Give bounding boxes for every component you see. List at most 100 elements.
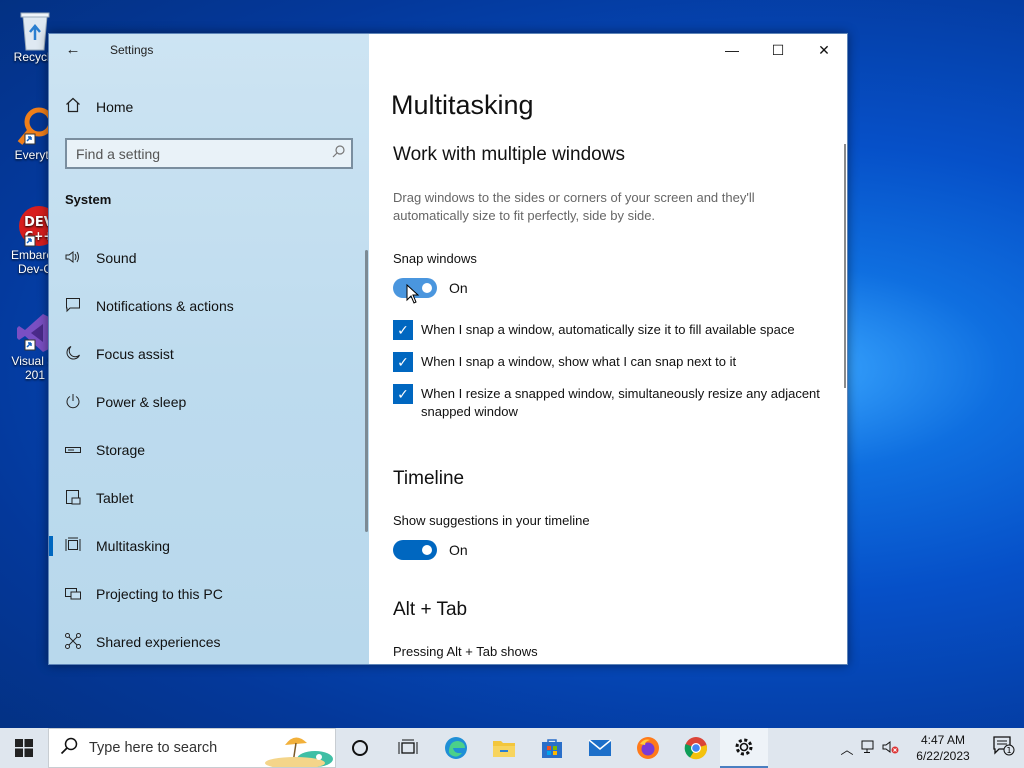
- taskbar: Type here to search ︿ 4:47 AM 6/22/2023 …: [0, 728, 1024, 768]
- taskbar-search-box[interactable]: Type here to search: [48, 728, 336, 768]
- maximize-button[interactable]: ☐: [755, 34, 801, 66]
- sidebar-scrollbar[interactable]: [365, 250, 368, 532]
- section-heading-snap: Work with multiple windows: [393, 144, 625, 165]
- cortana-icon: [352, 740, 368, 756]
- snap-windows-label: Snap windows: [393, 251, 477, 266]
- action-center-button[interactable]: 1: [984, 735, 1024, 761]
- windows-logo-icon: [15, 739, 33, 757]
- snap-windows-state: On: [449, 280, 468, 296]
- settings-sidebar: ← Settings Home System Sound: [49, 34, 369, 664]
- settings-search-input[interactable]: [67, 140, 317, 167]
- chrome-button[interactable]: [672, 728, 720, 768]
- mail-icon: [588, 739, 612, 756]
- tablet-icon: [65, 489, 81, 508]
- task-view-icon: [398, 739, 418, 754]
- sidebar-item-label: Storage: [96, 442, 146, 458]
- snap-windows-toggle-row: On: [393, 278, 468, 298]
- section-heading-alt-tab: Alt + Tab: [393, 599, 468, 620]
- sidebar-item-shared-experiences[interactable]: Shared experiences: [49, 618, 367, 666]
- timeline-suggestions-label: Show suggestions in your timeline: [393, 513, 590, 528]
- start-button[interactable]: [0, 728, 48, 768]
- toggle-knob: [422, 283, 432, 293]
- sidebar-item-label: Notifications & actions: [96, 298, 234, 314]
- edge-icon: [445, 737, 467, 759]
- taskbar-clock[interactable]: 4:47 AM 6/22/2023: [902, 732, 984, 764]
- maximize-icon: ☐: [771, 42, 785, 58]
- snap-option-resize-adjacent[interactable]: ✓ When I resize a snapped window, simult…: [393, 384, 833, 421]
- content-scrollbar[interactable]: [844, 144, 846, 388]
- shared-icon: [65, 632, 81, 652]
- sidebar-item-label: Power & sleep: [96, 394, 187, 410]
- task-view-button[interactable]: [384, 728, 432, 768]
- snap-option-show-assist[interactable]: ✓ When I snap a window, show what I can …: [393, 352, 833, 372]
- taskbar-search-placeholder: Type here to search: [89, 740, 218, 756]
- volume-muted-icon[interactable]: [880, 740, 902, 757]
- close-icon: ✕: [818, 42, 830, 58]
- minimize-button[interactable]: —: [709, 34, 755, 66]
- network-icon[interactable]: [858, 740, 880, 757]
- sidebar-item-power-sleep[interactable]: Power & sleep: [49, 378, 367, 426]
- snap-description: Drag windows to the sides or corners of …: [393, 190, 755, 223]
- close-button[interactable]: ✕: [801, 34, 847, 66]
- notification-count: 1: [1006, 746, 1011, 755]
- sidebar-item-storage[interactable]: Storage: [49, 426, 367, 474]
- search-icon: [332, 145, 345, 161]
- cortana-button[interactable]: [336, 728, 384, 768]
- snap-option-fill-space[interactable]: ✓ When I snap a window, automatically si…: [393, 320, 833, 340]
- sidebar-item-focus-assist[interactable]: Focus assist: [49, 330, 367, 378]
- store-button[interactable]: [528, 728, 576, 768]
- notification-icon: 1: [993, 735, 1015, 755]
- timeline-suggestions-toggle[interactable]: [393, 540, 437, 560]
- sidebar-item-sound[interactable]: Sound: [49, 234, 367, 282]
- alt-tab-label: Pressing Alt + Tab shows: [393, 644, 538, 659]
- window-controls: — ☐ ✕: [709, 34, 847, 66]
- checkbox-label: When I snap a window, automatically size…: [421, 322, 795, 337]
- home-label: Home: [96, 99, 134, 115]
- back-arrow-icon: ←: [65, 41, 81, 58]
- timeline-toggle-row: On: [393, 540, 468, 560]
- settings-gear-icon: [735, 738, 753, 756]
- checkbox-label: When I resize a snapped window, simultan…: [421, 386, 820, 419]
- firefox-button[interactable]: [624, 728, 672, 768]
- sidebar-item-label: Tablet: [96, 490, 134, 506]
- moon-icon: [65, 345, 81, 364]
- sidebar-item-label: Focus assist: [96, 346, 174, 362]
- sidebar-item-multitasking[interactable]: Multitasking: [49, 522, 367, 570]
- back-button[interactable]: ←: [59, 38, 87, 62]
- sidebar-section-title: System: [65, 192, 112, 207]
- home-icon: [64, 97, 82, 117]
- settings-search-box[interactable]: [65, 138, 353, 169]
- power-icon: [65, 393, 81, 412]
- clock-time: 4:47 AM: [920, 733, 966, 747]
- checkbox-checked-icon[interactable]: ✓: [393, 384, 413, 404]
- minimize-icon: —: [725, 42, 739, 58]
- speaker-icon: [65, 250, 81, 267]
- storage-icon: [65, 442, 81, 458]
- sidebar-nav: Sound Notifications & actions Focus assi…: [49, 234, 367, 666]
- sidebar-item-home[interactable]: Home: [64, 94, 133, 120]
- settings-taskbar-button[interactable]: [720, 728, 768, 768]
- projector-icon: [65, 586, 81, 603]
- toggle-knob: [422, 545, 432, 555]
- firefox-icon: [637, 737, 659, 759]
- checkbox-checked-icon[interactable]: ✓: [393, 352, 413, 372]
- notification-icon: [65, 297, 81, 316]
- search-highlight-icon: [265, 737, 333, 767]
- clock-date: 6/22/2023: [916, 749, 970, 763]
- mouse-cursor-icon: [406, 284, 420, 304]
- sidebar-item-notifications[interactable]: Notifications & actions: [49, 282, 367, 330]
- window-title: Settings: [110, 43, 154, 57]
- mail-button[interactable]: [576, 728, 624, 768]
- edge-button[interactable]: [432, 728, 480, 768]
- sidebar-item-label: Shared experiences: [96, 634, 221, 650]
- sidebar-item-label: Projecting to this PC: [96, 586, 223, 602]
- sidebar-item-label: Sound: [96, 250, 137, 266]
- checkbox-checked-icon[interactable]: ✓: [393, 320, 413, 340]
- multitasking-icon: [65, 537, 81, 556]
- file-explorer-button[interactable]: [480, 728, 528, 768]
- chevron-up-icon[interactable]: ︿: [836, 739, 858, 758]
- sidebar-item-tablet[interactable]: Tablet: [49, 474, 367, 522]
- sidebar-item-label: Multitasking: [96, 538, 170, 554]
- sidebar-item-projecting[interactable]: Projecting to this PC: [49, 570, 367, 618]
- section-heading-timeline: Timeline: [393, 468, 465, 489]
